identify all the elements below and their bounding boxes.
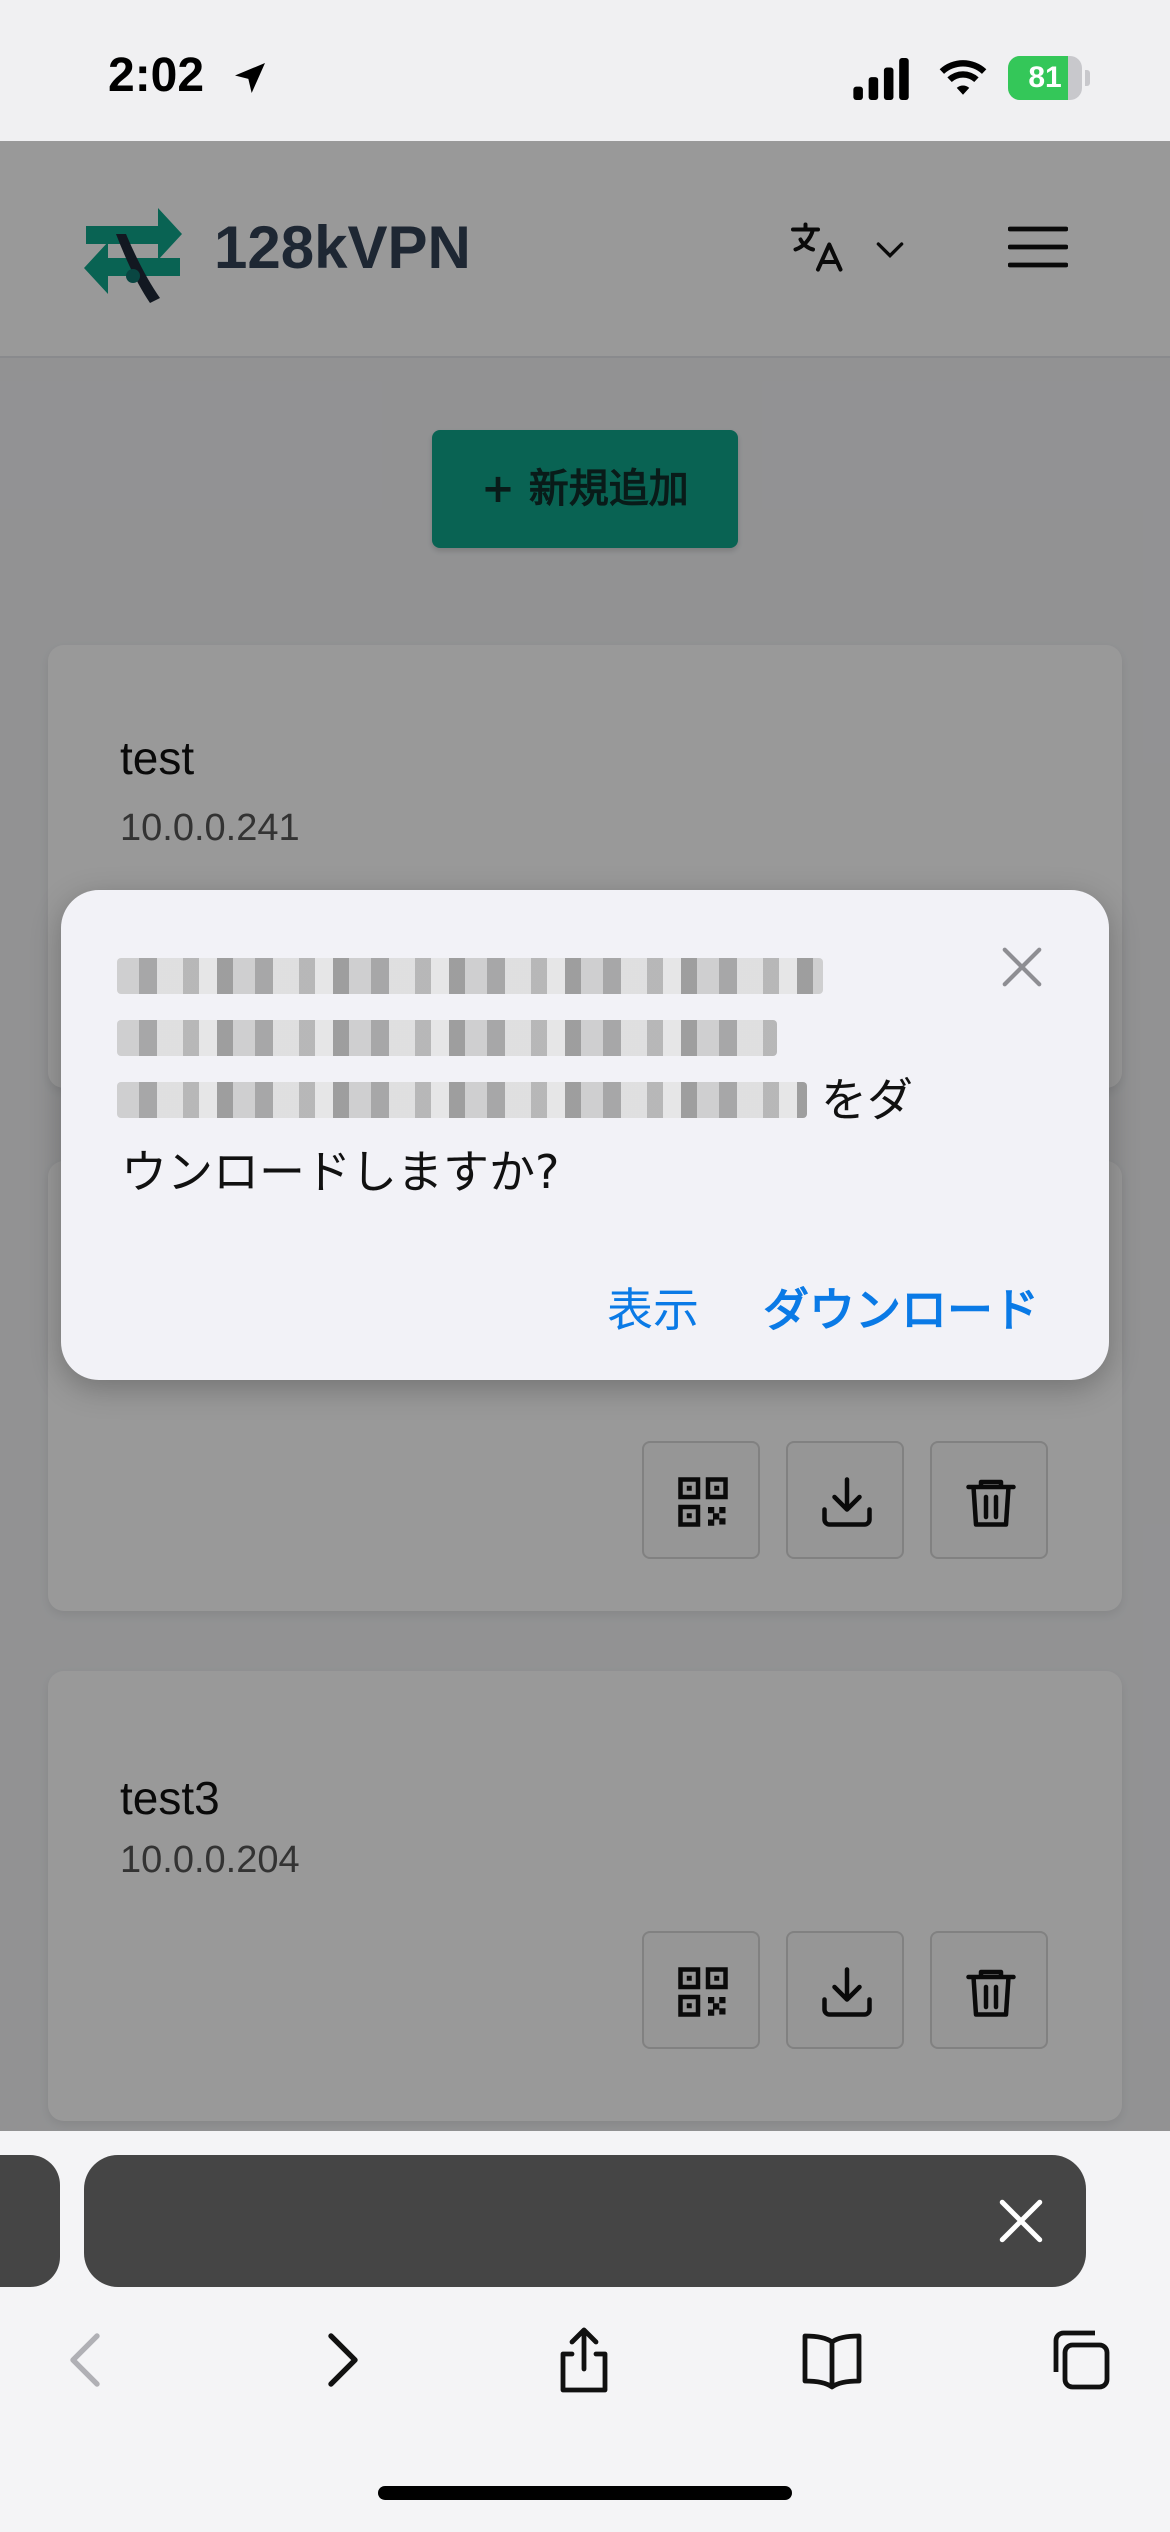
status-time: 2:02 xyxy=(108,49,205,102)
status-bar: 2:02 81 xyxy=(0,0,1170,141)
download-dialog: をダ ウンロードしますか? 表示 ダウンロード xyxy=(61,890,1109,1380)
wifi-icon xyxy=(939,60,987,95)
previous-toast[interactable] xyxy=(0,2155,60,2287)
redacted-filename xyxy=(117,1082,807,1118)
battery-percentage: 81 xyxy=(1028,61,1062,94)
cellular-signal-icon xyxy=(853,58,909,100)
forward-icon[interactable] xyxy=(304,2324,376,2396)
redacted-filename xyxy=(117,958,823,994)
close-icon[interactable] xyxy=(996,2196,1046,2246)
close-icon[interactable] xyxy=(999,944,1045,990)
bookmarks-icon[interactable] xyxy=(796,2324,868,2396)
dialog-message: をダ xyxy=(821,1073,913,1127)
download-toast[interactable] xyxy=(84,2155,1086,2287)
location-arrow-icon xyxy=(235,63,265,93)
share-icon[interactable] xyxy=(548,2324,620,2396)
download-confirm-button[interactable]: ダウンロード xyxy=(763,1274,1039,1340)
view-button[interactable]: 表示 xyxy=(607,1274,699,1340)
tabs-icon[interactable] xyxy=(1044,2324,1116,2396)
battery-icon: 81 xyxy=(1008,56,1090,100)
redacted-filename xyxy=(117,1020,777,1056)
back-icon[interactable] xyxy=(52,2324,124,2396)
home-indicator[interactable] xyxy=(378,2486,792,2500)
dialog-message: ウンロードしますか? xyxy=(121,1145,560,1199)
